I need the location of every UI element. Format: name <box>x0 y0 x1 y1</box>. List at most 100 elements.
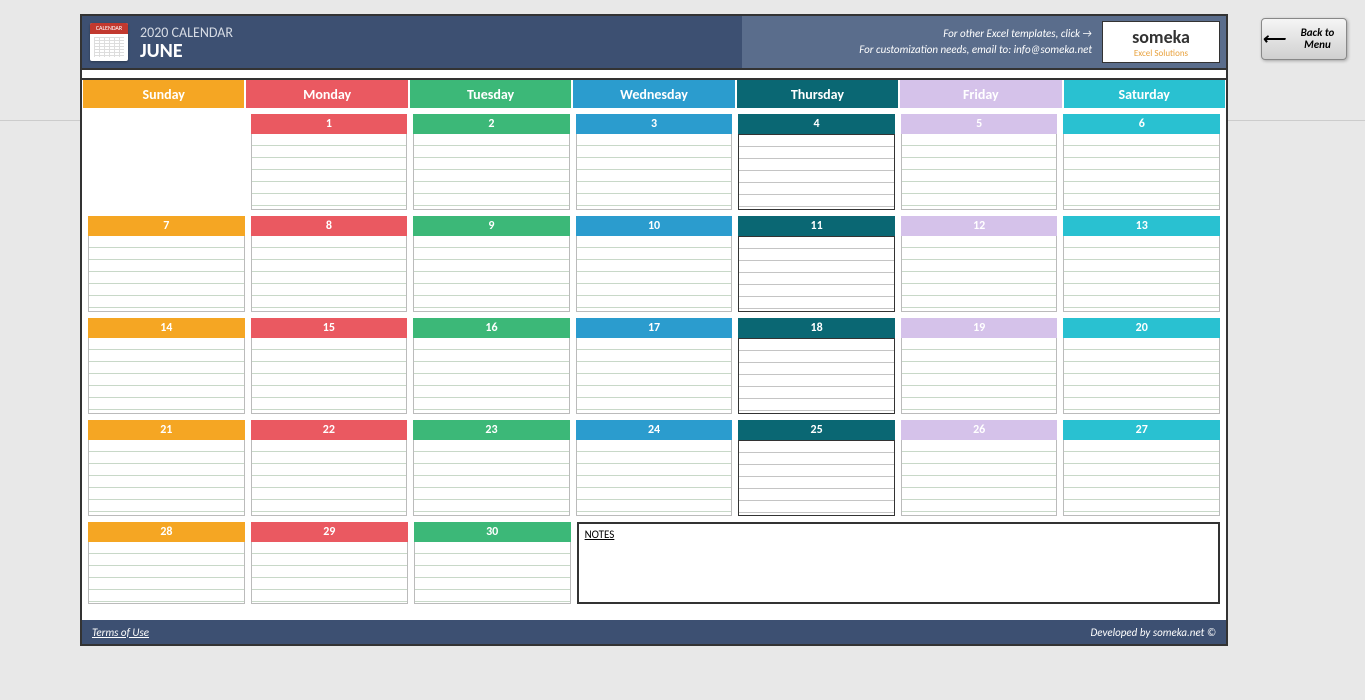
day-number: 22 <box>251 420 408 440</box>
day-cell[interactable]: 22 <box>251 420 408 516</box>
day-number: 26 <box>901 420 1058 440</box>
someka-logo[interactable]: someka Excel Solutions <box>1102 21 1220 63</box>
day-body[interactable] <box>1063 134 1220 210</box>
day-body[interactable] <box>1063 236 1220 312</box>
day-number: 5 <box>901 114 1058 134</box>
terms-link[interactable]: Terms of Use <box>92 626 149 639</box>
day-cell[interactable]: 9 <box>413 216 570 312</box>
day-cell[interactable]: 6 <box>1063 114 1220 210</box>
day-body[interactable] <box>1063 440 1220 516</box>
day-body[interactable] <box>414 542 571 604</box>
day-cell[interactable]: 28 <box>88 522 245 604</box>
day-cell[interactable]: 5 <box>901 114 1058 210</box>
day-body[interactable] <box>738 134 895 210</box>
header-right: For other Excel templates, click → For c… <box>742 16 1226 68</box>
day-number: 19 <box>901 318 1058 338</box>
day-body[interactable] <box>738 440 895 516</box>
day-cell[interactable]: 20 <box>1063 318 1220 414</box>
day-body[interactable] <box>413 440 570 516</box>
day-number: 12 <box>901 216 1058 236</box>
header-info: For other Excel templates, click → For c… <box>859 26 1092 59</box>
day-body[interactable] <box>576 236 733 312</box>
day-number: 24 <box>576 420 733 440</box>
day-body[interactable] <box>88 542 245 604</box>
day-body[interactable] <box>901 134 1058 210</box>
header: 2020 CALENDAR JUNE For other Excel templ… <box>82 16 1226 70</box>
day-body[interactable] <box>413 338 570 414</box>
day-body[interactable] <box>251 134 408 210</box>
day-cell[interactable]: 23 <box>413 420 570 516</box>
day-body[interactable] <box>1063 338 1220 414</box>
day-number: 28 <box>88 522 245 542</box>
calendar-icon <box>90 23 128 61</box>
day-body[interactable] <box>251 338 408 414</box>
day-body[interactable] <box>88 440 245 516</box>
day-cell[interactable]: 21 <box>88 420 245 516</box>
day-cell[interactable]: 12 <box>901 216 1058 312</box>
day-number: 30 <box>414 522 571 542</box>
day-body[interactable] <box>251 236 408 312</box>
month-label: JUNE <box>140 41 233 61</box>
year-label: 2020 CALENDAR <box>140 24 233 41</box>
day-body[interactable] <box>251 440 408 516</box>
day-number: 18 <box>738 318 895 338</box>
week-row: 123456 <box>88 114 1220 210</box>
day-header-tuesday: Tuesday <box>410 80 571 108</box>
day-body[interactable] <box>251 542 408 604</box>
day-number: 8 <box>251 216 408 236</box>
week-row: 21 2223 2425 2627 <box>88 420 1220 516</box>
day-number: 29 <box>251 522 408 542</box>
day-body[interactable] <box>576 440 733 516</box>
day-cell[interactable]: 29 <box>251 522 408 604</box>
empty-cell <box>88 114 245 210</box>
day-number: 14 <box>88 318 245 338</box>
day-number: 16 <box>413 318 570 338</box>
day-body[interactable] <box>413 134 570 210</box>
day-cell[interactable]: 15 <box>251 318 408 414</box>
back-to-menu-button[interactable]: ⟵ Back to Menu <box>1261 18 1347 60</box>
day-number: 9 <box>413 216 570 236</box>
day-cell[interactable]: 3 <box>576 114 733 210</box>
day-cell[interactable]: 10 <box>576 216 733 312</box>
day-body[interactable] <box>901 236 1058 312</box>
day-body[interactable] <box>88 338 245 414</box>
day-header-saturday: Saturday <box>1064 80 1225 108</box>
day-cell[interactable]: 25 <box>738 420 895 516</box>
day-body[interactable] <box>738 236 895 312</box>
day-cell[interactable]: 8 <box>251 216 408 312</box>
day-header-sunday: Sunday <box>83 80 244 108</box>
notes-box[interactable]: NOTES <box>577 522 1220 604</box>
day-number: 27 <box>1063 420 1220 440</box>
footer: Terms of Use Developed by someka.net © <box>82 620 1226 644</box>
day-number: 13 <box>1063 216 1220 236</box>
header-left: 2020 CALENDAR JUNE <box>82 16 742 68</box>
day-cell[interactable]: 2 <box>413 114 570 210</box>
day-cell[interactable]: 17 <box>576 318 733 414</box>
day-cell[interactable]: 13 <box>1063 216 1220 312</box>
day-body[interactable] <box>413 236 570 312</box>
day-body[interactable] <box>901 440 1058 516</box>
day-body[interactable] <box>738 338 895 414</box>
day-body[interactable] <box>576 134 733 210</box>
day-body[interactable] <box>88 236 245 312</box>
day-cell[interactable]: 24 <box>576 420 733 516</box>
day-cell[interactable]: 26 <box>901 420 1058 516</box>
day-cell[interactable]: 19 <box>901 318 1058 414</box>
day-number: 3 <box>576 114 733 134</box>
day-cell[interactable]: 1 <box>251 114 408 210</box>
calendar-grid: 1234567891011121314151617181920212223242… <box>82 108 1226 612</box>
day-cell[interactable]: 30 <box>414 522 571 604</box>
day-body[interactable] <box>576 338 733 414</box>
day-cell[interactable]: 11 <box>738 216 895 312</box>
back-arrow-icon: ⟵ <box>1262 29 1285 49</box>
day-cell[interactable]: 16 <box>413 318 570 414</box>
day-cell[interactable]: 14 <box>88 318 245 414</box>
day-number: 21 <box>88 420 245 440</box>
day-cell[interactable]: 4 <box>738 114 895 210</box>
day-cell[interactable]: 18 <box>738 318 895 414</box>
developed-by: Developed by someka.net © <box>1091 626 1217 639</box>
day-cell[interactable]: 27 <box>1063 420 1220 516</box>
day-number: 20 <box>1063 318 1220 338</box>
day-cell[interactable]: 7 <box>88 216 245 312</box>
day-body[interactable] <box>901 338 1058 414</box>
